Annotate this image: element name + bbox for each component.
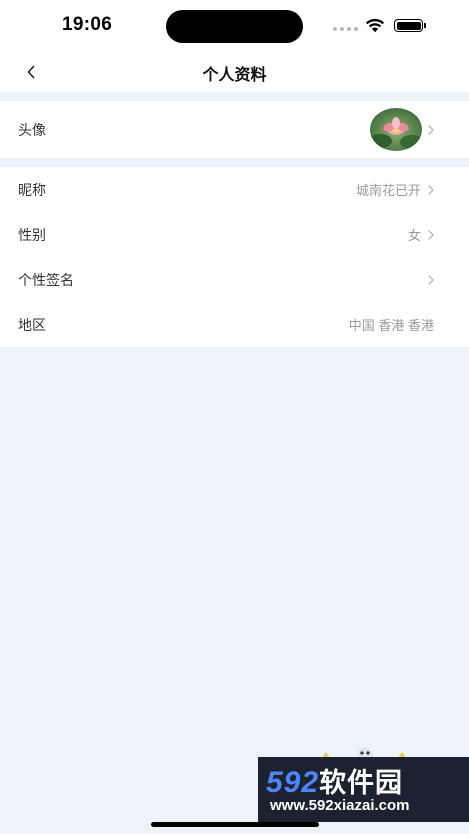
- signature-label: 个性签名: [18, 271, 74, 288]
- avatar-card: 头像: [0, 101, 469, 158]
- watermark-brand-text: 软件园: [319, 768, 404, 798]
- battery-tip: [424, 23, 426, 28]
- avatar[interactable]: [370, 108, 422, 151]
- nickname-label: 昵称: [18, 181, 46, 198]
- dynamic-island: [166, 10, 303, 43]
- chevron-right-icon: [428, 229, 434, 240]
- nickname-value: 城南花已开: [355, 183, 421, 198]
- profile-screen: 19:06 个人资料 头像 昵称 城南花已开 性别 女 个性签名 地区 中国 香…: [0, 0, 469, 834]
- avatar-label: 头像: [18, 121, 46, 138]
- cellular-signal-icon: [333, 27, 358, 31]
- wifi-icon: [365, 18, 385, 33]
- region-label: 地区: [18, 316, 46, 333]
- gender-value: 女: [407, 228, 421, 243]
- battery-icon: [394, 19, 423, 32]
- lotus-avatar-image: [370, 108, 422, 151]
- site-watermark: 592软件园 www.592xiazai.com: [258, 757, 469, 822]
- gender-label: 性别: [18, 226, 46, 243]
- status-bar: 19:06: [0, 0, 469, 52]
- avatar-row[interactable]: 头像: [0, 101, 469, 158]
- region-row[interactable]: 地区 中国 香港 香港: [0, 302, 469, 347]
- watermark-brand: 592软件园: [266, 761, 403, 800]
- signature-row[interactable]: 个性签名: [0, 257, 469, 302]
- navigation-bar: 个人资料: [0, 52, 469, 92]
- home-indicator[interactable]: [151, 822, 319, 827]
- page-title: 个人资料: [202, 67, 267, 84]
- nickname-row[interactable]: 昵称 城南花已开: [0, 167, 469, 212]
- status-time: 19:06: [62, 14, 113, 35]
- gender-row[interactable]: 性别 女: [0, 212, 469, 257]
- region-value: 中国 香港 香港: [348, 318, 434, 333]
- chevron-right-icon: [428, 274, 434, 285]
- watermark-url: www.592xiazai.com: [270, 797, 410, 814]
- watermark-number: 592: [266, 766, 320, 799]
- chevron-right-icon: [428, 124, 434, 135]
- chevron-right-icon: [428, 184, 434, 195]
- profile-details-card: 昵称 城南花已开 性别 女 个性签名 地区 中国 香港 香港: [0, 167, 469, 347]
